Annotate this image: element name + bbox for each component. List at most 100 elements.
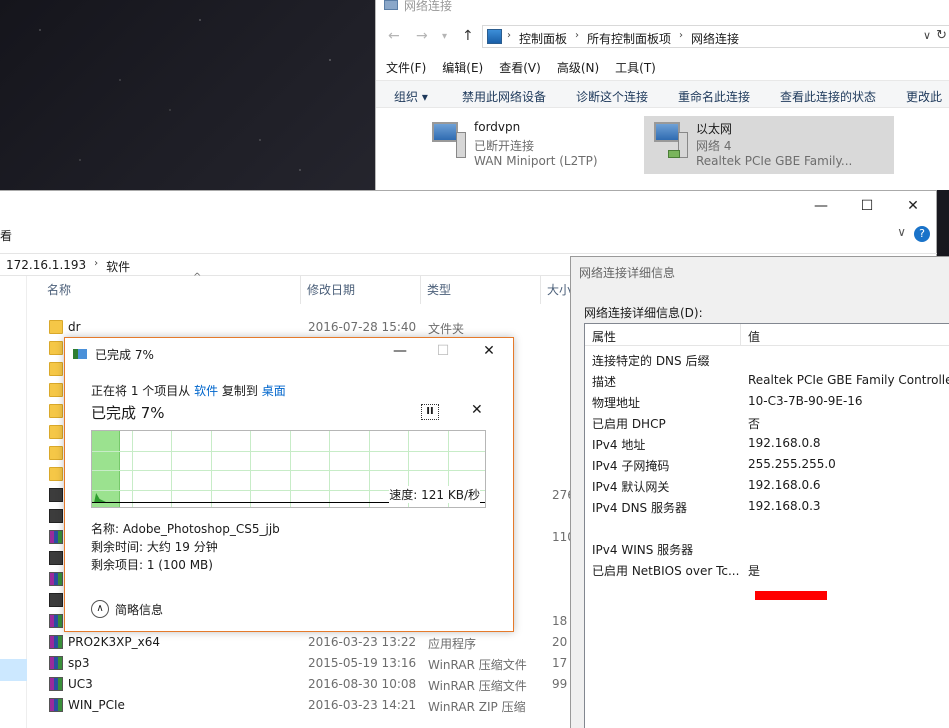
detail-row[interactable]: 描述 Realtek PCIe GBE Family Controller xyxy=(585,370,949,391)
ribbon-expand-icon[interactable]: ∨ xyxy=(897,225,906,239)
source-link[interactable]: 软件 xyxy=(194,384,218,398)
application-icon xyxy=(49,593,63,607)
column-name[interactable]: 名称 xyxy=(41,276,301,304)
details-list[interactable]: 属性 值 连接特定的 DNS 后缀描述 Realtek PCIe GBE Fami… xyxy=(584,323,949,728)
menu-advanced[interactable]: 高级(N) xyxy=(557,59,599,76)
address-dropdown-icon[interactable]: ∨ xyxy=(923,29,931,42)
file-date: 2016-07-28 15:40 xyxy=(308,320,417,334)
menu-file[interactable]: 文件(F) xyxy=(386,59,426,76)
column-date[interactable]: 修改日期 xyxy=(301,276,421,304)
help-icon[interactable]: ? xyxy=(914,226,930,242)
breadcrumb-item[interactable]: 172.16.1.193 xyxy=(6,258,86,275)
menu-tools[interactable]: 工具(T) xyxy=(615,59,656,76)
cancel-button[interactable]: ✕ xyxy=(471,402,483,418)
detail-property: IPv4 WINS 服务器 xyxy=(592,543,694,557)
disable-device-button[interactable]: 禁用此网络设备 xyxy=(462,88,546,105)
menu-edit[interactable]: 编辑(E) xyxy=(442,59,483,76)
detail-property: IPv4 地址 xyxy=(592,438,646,452)
connection-device: Realtek PCIe GBE Family... xyxy=(696,154,853,168)
minimize-icon[interactable]: — xyxy=(798,191,844,221)
detail-row[interactable]: IPv4 WINS 服务器 xyxy=(585,538,949,559)
breadcrumb-item[interactable]: 控制面板 xyxy=(519,30,567,47)
up-arrow-icon[interactable]: ↑ xyxy=(462,28,474,44)
refresh-icon[interactable]: ↻ xyxy=(936,28,947,43)
file-size: 20 xyxy=(552,635,568,649)
vpn-connection-icon xyxy=(428,122,466,160)
detail-value: 192.168.0.6 xyxy=(748,478,821,492)
breadcrumb-item[interactable]: 网络连接 xyxy=(691,30,739,47)
file-type: WinRAR ZIP 压缩 xyxy=(428,700,526,714)
time-remaining: 剩余时间: 大约 19 分钟 xyxy=(91,540,218,554)
graph-gridline xyxy=(171,431,172,507)
column-value[interactable]: 值 xyxy=(748,328,760,345)
folder-icon xyxy=(49,383,63,397)
detail-row[interactable]: 已启用 NetBIOS over Tc... 是 xyxy=(585,559,949,580)
rename-button[interactable]: 重命名此连接 xyxy=(678,88,750,105)
nav-selected-item[interactable] xyxy=(0,659,27,681)
file-name: dr xyxy=(68,320,81,334)
folder-icon xyxy=(49,320,63,334)
file-row[interactable]: sp3 2015-05-19 13:16 WinRAR 压缩文件 17 xyxy=(27,653,567,674)
connection-device: WAN Miniport (L2TP) xyxy=(474,154,598,168)
connection-item-fordvpn[interactable]: fordvpn 已断开连接 WAN Miniport (L2TP) xyxy=(422,116,652,174)
file-type: WinRAR 压缩文件 xyxy=(428,658,527,672)
file-name: WIN_PCIe xyxy=(68,698,125,712)
winrar-archive-icon xyxy=(49,572,63,586)
copy-icon xyxy=(73,349,87,359)
control-panel-icon xyxy=(487,29,502,44)
detail-row[interactable]: IPv4 DNS 服务器 192.168.0.3 xyxy=(585,496,949,517)
red-redaction-mark xyxy=(755,591,827,600)
pause-button[interactable]: II xyxy=(421,404,439,420)
column-property[interactable]: 属性 xyxy=(592,328,616,345)
close-icon[interactable]: ✕ xyxy=(890,191,936,221)
file-date: 2016-03-23 14:21 xyxy=(308,698,417,712)
address-bar[interactable]: › 控制面板 › 所有控制面板项 › 网络连接 ∨ ↻ xyxy=(482,25,949,48)
menu-bar: 文件(F) 编辑(E) 查看(V) 高级(N) 工具(T) xyxy=(386,59,656,76)
file-row[interactable]: WIN_PCIe 2016-03-23 14:21 WinRAR ZIP 压缩 xyxy=(27,695,567,716)
close-icon[interactable]: ✕ xyxy=(469,343,509,359)
breadcrumb-item[interactable]: 软件 xyxy=(106,258,130,275)
view-status-button[interactable]: 查看此连接的状态 xyxy=(780,88,876,105)
detail-value: 255.255.255.0 xyxy=(748,457,836,471)
file-row[interactable]: dr 2016-07-28 15:40 文件夹 xyxy=(27,317,567,338)
folder-icon xyxy=(49,467,63,481)
organize-button[interactable]: 组织 ▾ xyxy=(394,88,428,105)
detail-row[interactable]: 连接特定的 DNS 后缀 xyxy=(585,349,949,370)
file-date: 2016-03-23 13:22 xyxy=(308,635,417,649)
back-arrow-icon[interactable]: ← xyxy=(388,28,400,44)
less-details-button[interactable]: ∧ 简略信息 xyxy=(91,600,163,618)
folder-icon xyxy=(49,341,63,355)
navigation-pane[interactable] xyxy=(0,276,27,728)
file-date: 2016-08-30 10:08 xyxy=(308,677,417,691)
change-settings-button[interactable]: 更改此 xyxy=(906,88,942,105)
destination-link[interactable]: 桌面 xyxy=(262,384,286,398)
diagnose-button[interactable]: 诊断这个连接 xyxy=(576,88,648,105)
detail-value: 否 xyxy=(748,417,761,431)
folder-icon xyxy=(49,425,63,439)
column-type[interactable]: 类型 xyxy=(421,276,541,304)
forward-arrow-icon[interactable]: → xyxy=(416,28,428,44)
detail-row[interactable]: IPv4 子网掩码 255.255.255.0 xyxy=(585,454,949,475)
detail-row[interactable]: IPv4 默认网关 192.168.0.6 xyxy=(585,475,949,496)
detail-row[interactable] xyxy=(585,517,949,538)
recent-chevron-icon[interactable]: ▾ xyxy=(442,31,447,42)
menu-view[interactable]: 查看(V) xyxy=(499,59,541,76)
connection-item-ethernet[interactable]: 以太网 网络 4 Realtek PCIe GBE Family... xyxy=(644,116,894,174)
file-row[interactable]: PRO2K3XP_x64 2016-03-23 13:22 应用程序 20 xyxy=(27,632,567,653)
breadcrumb: 172.16.1.193 › 软件 xyxy=(6,258,130,275)
detail-value: 192.168.0.8 xyxy=(748,436,821,450)
detail-row[interactable]: 已启用 DHCP 否 xyxy=(585,412,949,433)
breadcrumb-item[interactable]: 所有控制面板项 xyxy=(587,30,671,47)
maximize-icon[interactable]: ☐ xyxy=(844,191,890,221)
winrar-archive-icon xyxy=(49,656,63,670)
dialog-title: 网络连接详细信息 xyxy=(579,266,676,280)
graph-gridline xyxy=(92,470,485,471)
maximize-icon: ☐ xyxy=(436,343,450,359)
minimize-icon[interactable]: — xyxy=(380,343,420,359)
detail-row[interactable]: 物理地址 10-C3-7B-90-9E-16 xyxy=(585,391,949,412)
detail-property: 连接特定的 DNS 后缀 xyxy=(592,354,710,368)
detail-row[interactable]: IPv4 地址 192.168.0.8 xyxy=(585,433,949,454)
file-row[interactable]: UC3 2016-08-30 10:08 WinRAR 压缩文件 99 xyxy=(27,674,567,695)
ribbon-tab-view[interactable]: 看 xyxy=(0,227,12,244)
detail-property: IPv4 DNS 服务器 xyxy=(592,501,687,515)
